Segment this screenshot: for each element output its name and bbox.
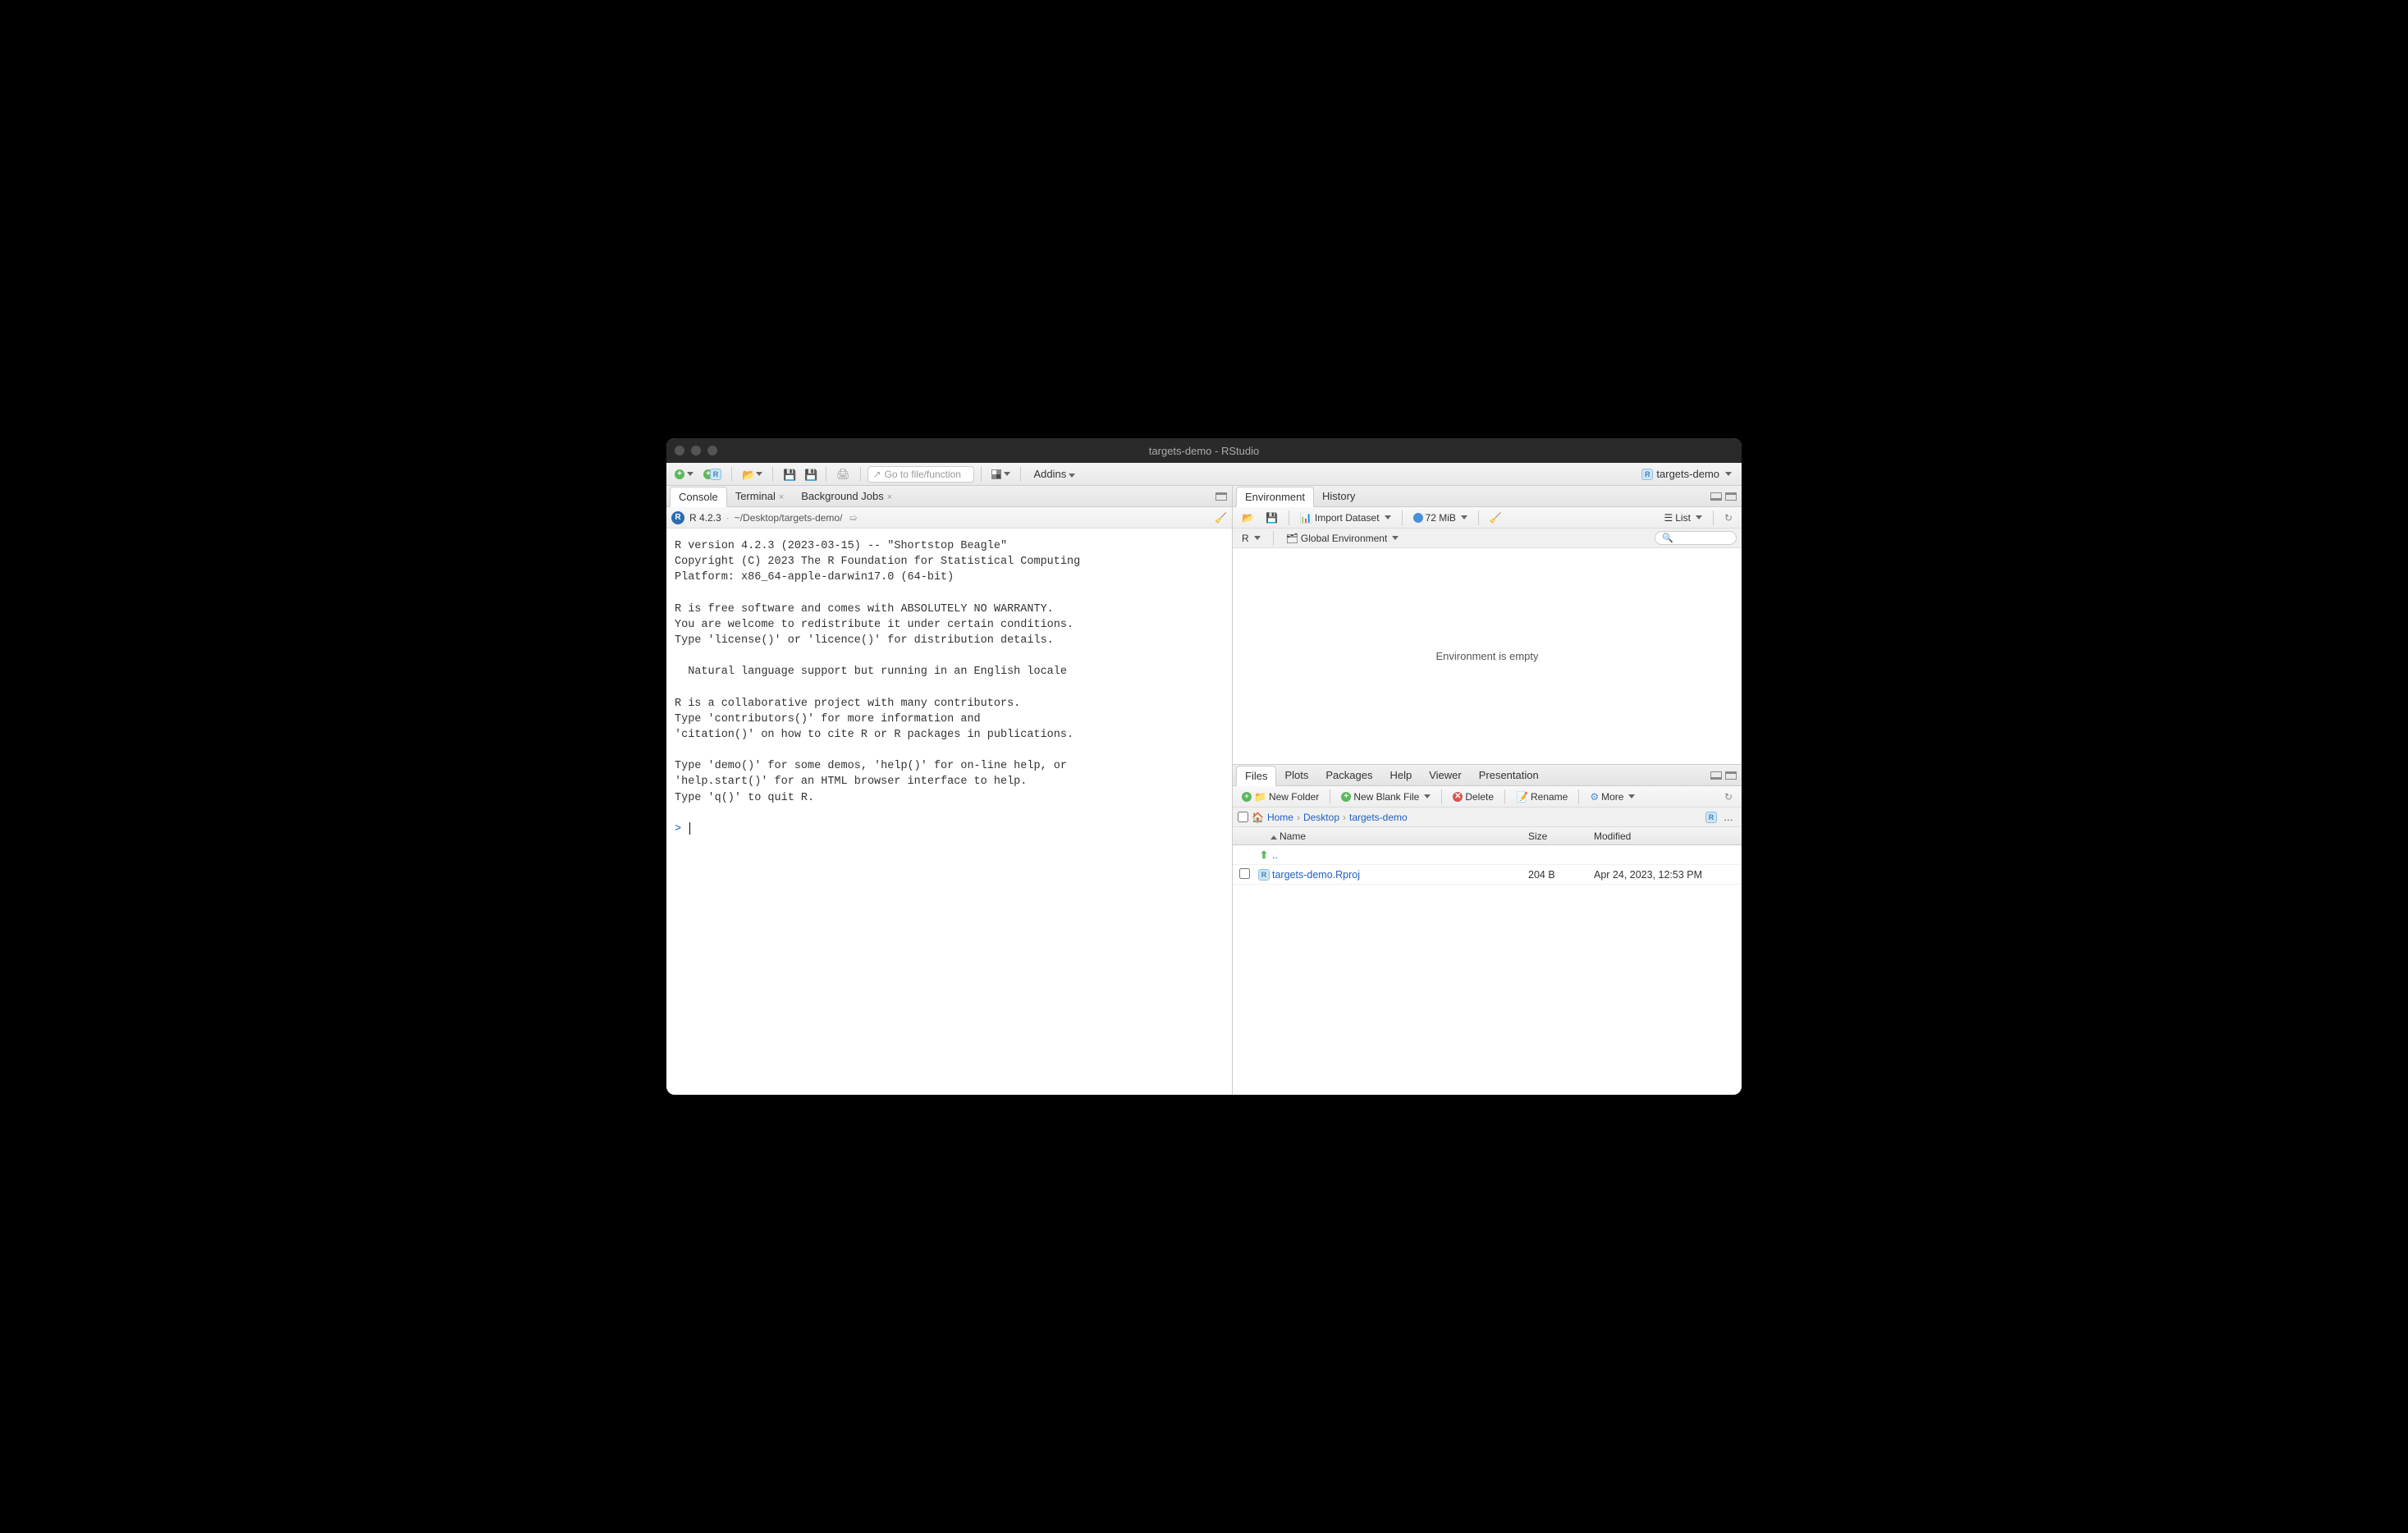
breadcrumb-desktop[interactable]: Desktop — [1303, 812, 1339, 823]
close-icon[interactable]: × — [887, 492, 892, 502]
tab-environment[interactable]: Environment — [1236, 487, 1314, 507]
breadcrumb-current[interactable]: targets-demo — [1349, 812, 1408, 823]
minimize-window-button[interactable] — [691, 446, 701, 455]
new-file-button[interactable]: + — [671, 468, 697, 481]
env-tabs: Environment History — [1233, 486, 1742, 507]
scope-menu[interactable]: 🗂 Global Environment — [1282, 531, 1403, 546]
save-all-button[interactable]: 💾 — [801, 467, 819, 482]
titlebar: targets-demo - RStudio — [666, 438, 1742, 463]
tab-console[interactable]: Console — [670, 487, 727, 507]
r-version: R 4.2.3 — [689, 512, 721, 524]
maximize-pane-button[interactable] — [1725, 492, 1737, 501]
more-menu[interactable]: ⚙ More — [1586, 789, 1639, 804]
column-modified[interactable]: Modified — [1594, 831, 1742, 842]
tab-packages[interactable]: Packages — [1317, 766, 1381, 785]
file-checkbox[interactable] — [1239, 868, 1250, 879]
print-button[interactable]: 🖨 — [833, 466, 854, 483]
clear-console-button[interactable]: 🧹 — [1215, 512, 1227, 524]
right-pane: Environment History 📂 💾 📊 Import Dataset… — [1233, 486, 1742, 1095]
refresh-files-button[interactable]: ↻ — [1720, 789, 1737, 804]
breadcrumb-home[interactable]: Home — [1267, 812, 1293, 823]
refresh-env-button[interactable]: ↻ — [1720, 510, 1737, 525]
project-menu[interactable]: Rtargets-demo — [1637, 466, 1737, 482]
r-logo-icon: R — [671, 511, 684, 524]
working-dir[interactable]: ~/Desktop/targets-demo/ — [735, 512, 843, 524]
tab-history[interactable]: History — [1314, 487, 1364, 506]
memory-usage[interactable]: 72 MiB — [1409, 510, 1472, 525]
column-name[interactable]: Name — [1256, 831, 1528, 842]
tab-help[interactable]: Help — [1381, 766, 1421, 785]
save-workspace-button[interactable]: 💾 — [1261, 510, 1282, 525]
new-folder-button[interactable]: +📁 New Folder — [1238, 789, 1323, 804]
close-window-button[interactable] — [675, 446, 684, 455]
minimize-pane-button[interactable] — [1710, 771, 1722, 780]
files-pane: Files Plots Packages Help Viewer Present… — [1233, 765, 1742, 1095]
tab-background-jobs[interactable]: Background Jobs× — [793, 487, 901, 506]
sort-asc-icon — [1270, 835, 1277, 840]
breadcrumbs: 🏠 Home › Desktop › targets-demo R … — [1233, 808, 1742, 827]
file-row: R targets-demo.Rproj 204 B Apr 24, 2023,… — [1233, 865, 1742, 885]
cursor — [689, 822, 690, 835]
save-button[interactable]: 💾 — [780, 467, 798, 482]
addins-menu[interactable]: Addins — [1028, 466, 1083, 482]
rename-button[interactable]: 📝 Rename — [1512, 789, 1572, 804]
app-window: targets-demo - RStudio + +R 📂 💾 💾 🖨 ↗Go … — [666, 438, 1742, 1095]
env-empty-message: Environment is empty — [1233, 548, 1742, 764]
zoom-window-button[interactable] — [707, 446, 717, 455]
delete-button[interactable]: ✕ Delete — [1449, 789, 1498, 804]
column-size[interactable]: Size — [1528, 831, 1594, 842]
new-project-button[interactable]: +R — [700, 467, 725, 482]
files-tabs: Files Plots Packages Help Viewer Present… — [1233, 765, 1742, 786]
language-menu[interactable]: R — [1238, 531, 1265, 546]
tab-plots[interactable]: Plots — [1276, 766, 1317, 785]
home-icon[interactable]: 🏠 — [1252, 812, 1264, 823]
maximize-pane-button[interactable] — [1725, 771, 1737, 780]
env-scope-bar: R 🗂 Global Environment 🔍 — [1233, 529, 1742, 548]
tab-files[interactable]: Files — [1236, 766, 1276, 786]
console-prompt: > — [675, 823, 681, 835]
file-size: 204 B — [1528, 869, 1594, 881]
close-icon[interactable]: × — [779, 492, 784, 502]
load-workspace-button[interactable]: 📂 — [1238, 510, 1258, 525]
select-all-checkbox[interactable] — [1238, 812, 1248, 822]
file-headers: Name Size Modified — [1233, 827, 1742, 845]
console-info-bar: R R 4.2.3 · ~/Desktop/targets-demo/ ➯ 🧹 — [666, 507, 1232, 529]
minimize-pane-button[interactable] — [1710, 492, 1722, 501]
file-name[interactable]: targets-demo.Rproj — [1272, 869, 1528, 881]
rproj-icon: R — [1258, 869, 1270, 881]
goto-placeholder: Go to file/function — [885, 469, 961, 480]
new-blank-file-button[interactable]: + New Blank File — [1337, 789, 1435, 804]
file-modified: Apr 24, 2023, 12:53 PM — [1594, 869, 1742, 881]
console-output[interactable]: R version 4.2.3 (2023-03-15) -- "Shortst… — [666, 529, 1232, 1095]
env-toolbar: 📂 💾 📊 Import Dataset 72 MiB 🧹 ☰ List ↻ — [1233, 507, 1742, 529]
maximize-pane-button[interactable] — [1215, 492, 1227, 501]
tab-presentation[interactable]: Presentation — [1471, 766, 1548, 785]
more-path-button[interactable]: … — [1720, 812, 1737, 823]
updir-link[interactable]: .. — [1272, 849, 1528, 861]
clear-workspace-button[interactable]: 🧹 — [1486, 510, 1506, 525]
open-file-button[interactable]: 📂 — [739, 467, 766, 482]
environment-pane: Environment History 📂 💾 📊 Import Dataset… — [1233, 486, 1742, 765]
files-toolbar: +📁 New Folder + New Blank File ✕ Delete … — [1233, 786, 1742, 808]
project-root-icon[interactable]: R — [1705, 812, 1717, 823]
tab-terminal[interactable]: Terminal× — [727, 487, 794, 506]
main-area: Console Terminal× Background Jobs× R R 4… — [666, 486, 1742, 1095]
up-arrow-icon: ⬆ — [1260, 849, 1268, 861]
chevron-icon[interactable]: ➯ — [849, 512, 857, 524]
console-tabs: Console Terminal× Background Jobs× — [666, 486, 1232, 507]
main-toolbar: + +R 📂 💾 💾 🖨 ↗Go to file/function Addins… — [666, 463, 1742, 486]
tab-viewer[interactable]: Viewer — [1421, 766, 1471, 785]
left-pane: Console Terminal× Background Jobs× R R 4… — [666, 486, 1233, 1095]
goto-file-input[interactable]: ↗Go to file/function — [868, 466, 974, 483]
import-dataset-button[interactable]: 📊 Import Dataset — [1296, 510, 1395, 525]
panes-button[interactable] — [988, 468, 1014, 481]
file-row-updir[interactable]: ⬆ .. — [1233, 845, 1742, 865]
traffic-lights — [675, 446, 717, 455]
view-mode-menu[interactable]: ☰ List — [1660, 510, 1705, 525]
window-title: targets-demo - RStudio — [1149, 445, 1259, 457]
env-search-input[interactable]: 🔍 — [1655, 531, 1737, 545]
